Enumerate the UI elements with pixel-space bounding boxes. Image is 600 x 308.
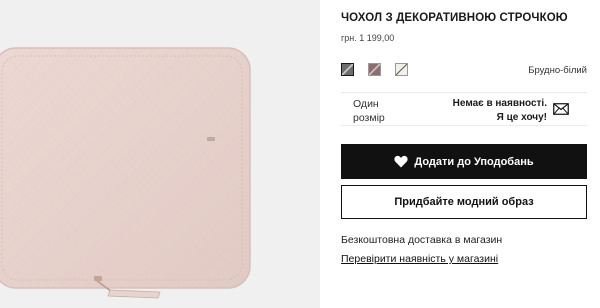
add-to-favorites-label: Додати до Уподобань [414,155,534,168]
stock-message[interactable]: Немає в наявності. Я це хочу! [453,97,547,125]
product-price: грн. 1 199,00 [341,33,395,43]
size-label: Один розмір [353,98,385,124]
check-store-availability-link[interactable]: Перевірити наявність у магазині [341,253,498,265]
shop-the-look-button[interactable]: Придбайте модний образ [341,185,587,219]
add-to-favorites-button[interactable]: Додати до Уподобань [341,144,587,179]
free-shipping-info: Безкоштовна доставка в магазин [341,234,503,246]
heart-icon [394,155,408,168]
shop-the-look-label: Придбайте модний образ [394,196,534,208]
laptop-sleeve-photo [0,0,320,308]
product-image[interactable] [0,0,320,308]
out-of-stock-text: Немає в наявності. [452,98,547,109]
size-row: Один розмір Немає в наявності. Я це хочу… [341,92,587,126]
swatch-mauve[interactable] [368,63,381,76]
want-it-link[interactable]: Я це хочу! [453,111,547,125]
swatch-off-white[interactable] [395,63,408,76]
product-details: ЧОХОЛ З ДЕКОРАТИВНОЮ СТРОЧКОЮ грн. 1 199… [341,0,587,308]
swatch-dark-grey[interactable] [341,63,354,76]
product-title: ЧОХОЛ З ДЕКОРАТИВНОЮ СТРОЧКОЮ [341,12,568,24]
selected-color-name: Брудно-білий [528,65,587,76]
envelope-icon[interactable] [553,103,569,115]
